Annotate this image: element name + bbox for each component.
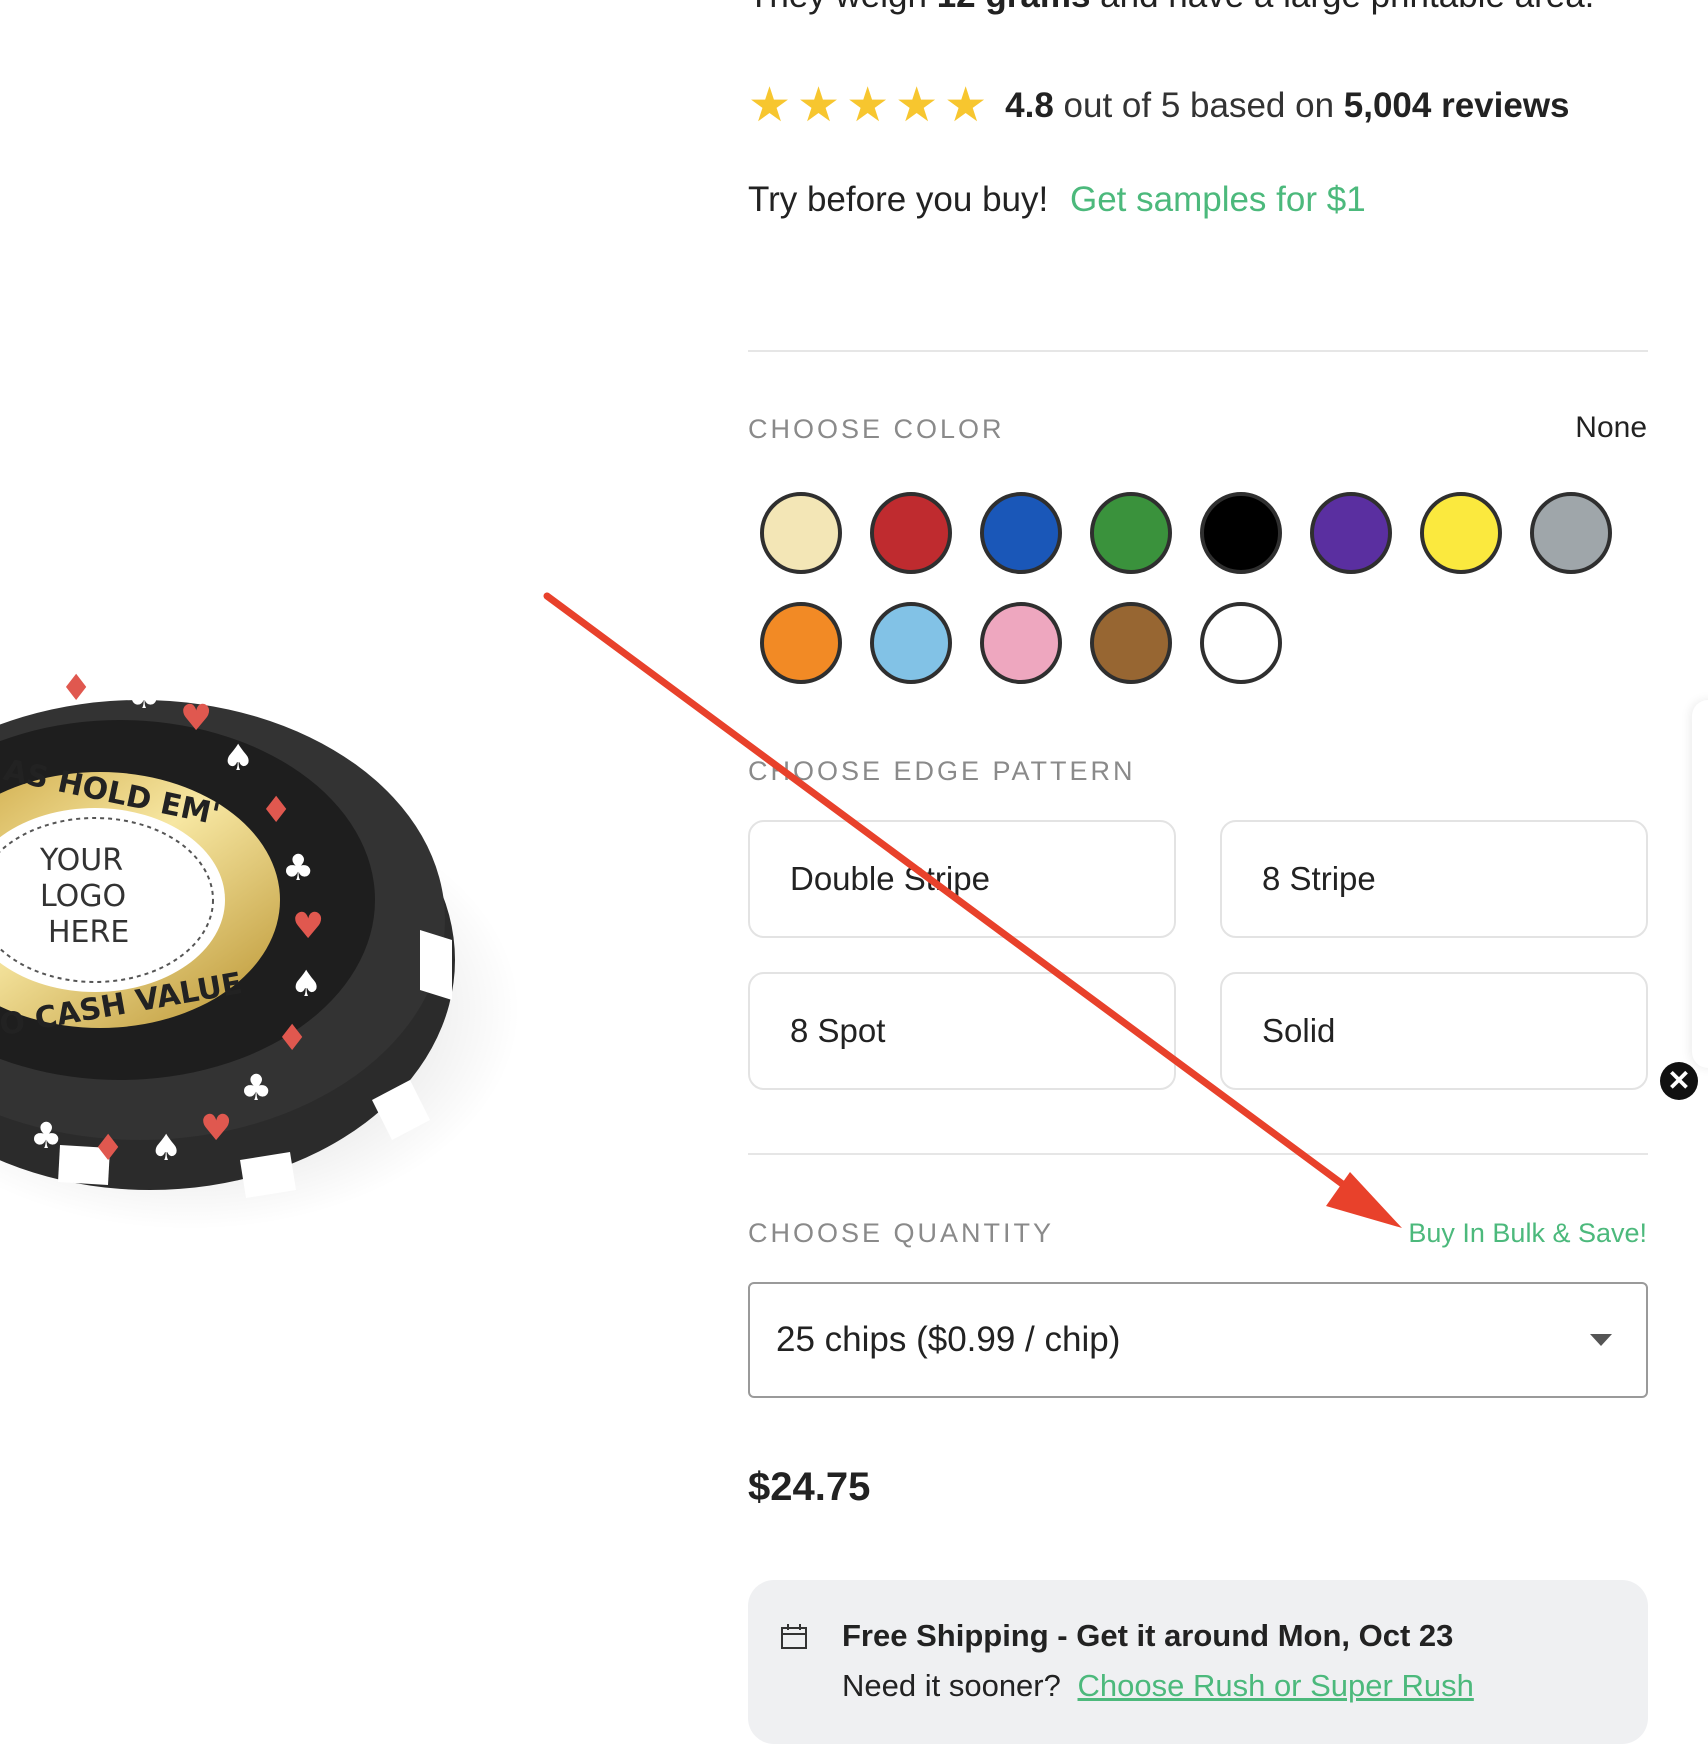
quantity-selected-value: 25 chips ($0.99 / chip) bbox=[776, 1320, 1121, 1359]
description-suffix: and have a large printable area. bbox=[1100, 0, 1594, 15]
color-swatch-gray[interactable] bbox=[1530, 492, 1612, 574]
buy-in-bulk-link[interactable]: Buy In Bulk & Save! bbox=[1408, 1218, 1647, 1249]
samples-row: Try before you buy! Get samples for $1 bbox=[748, 180, 1366, 220]
logo-line-3: HERE bbox=[48, 915, 129, 950]
calendar-icon bbox=[780, 1624, 808, 1655]
svg-text:♥: ♥ bbox=[200, 1108, 232, 1149]
divider bbox=[748, 350, 1648, 352]
rating-middle: out of 5 based on bbox=[1063, 86, 1335, 125]
svg-text:♥: ♥ bbox=[180, 698, 212, 739]
svg-text:♠: ♠ bbox=[222, 738, 254, 779]
rating-count[interactable]: 5,004 reviews bbox=[1344, 86, 1570, 125]
rush-shipping-link[interactable]: Choose Rush or Super Rush bbox=[1078, 1668, 1474, 1703]
divider bbox=[748, 1153, 1648, 1155]
color-swatch-yellow[interactable] bbox=[1420, 492, 1502, 574]
color-swatch-pink[interactable] bbox=[980, 602, 1062, 684]
svg-text:♠: ♠ bbox=[150, 1128, 182, 1169]
rating-stars: ★ ★ ★ ★ ★ bbox=[748, 82, 987, 130]
color-swatch-purple[interactable] bbox=[1310, 492, 1392, 574]
edge-pattern-option-double-stripe[interactable]: Double Stripe bbox=[748, 820, 1176, 938]
rating-score: 4.8 bbox=[1005, 86, 1054, 125]
quantity-select[interactable]: 25 chips ($0.99 / chip) bbox=[748, 1282, 1648, 1398]
edge-pattern-option-solid[interactable]: Solid bbox=[1220, 972, 1648, 1090]
chevron-down-icon bbox=[1590, 1334, 1612, 1346]
svg-text:♣: ♣ bbox=[128, 676, 160, 717]
edge-pattern-section-label: CHOOSE EDGE PATTERN bbox=[748, 756, 1136, 786]
svg-text:♦: ♦ bbox=[260, 790, 292, 831]
svg-text:♣: ♣ bbox=[240, 1068, 272, 1109]
star-icon: ★ bbox=[748, 79, 792, 132]
color-swatch-orange[interactable] bbox=[760, 602, 842, 684]
product-description: They weigh 12 grams and have a large pri… bbox=[748, 0, 1594, 16]
svg-text:♣: ♣ bbox=[282, 848, 314, 889]
shipping-sub-prompt: Need it sooner? bbox=[842, 1668, 1061, 1703]
star-icon: ★ bbox=[797, 79, 841, 132]
svg-text:♦: ♦ bbox=[92, 1128, 124, 1169]
color-swatch-green[interactable] bbox=[1090, 492, 1172, 574]
star-icon: ★ bbox=[944, 79, 988, 132]
product-image: ♦ ♣ ♥ ♠ ♦ ♣ ♥ ♠ ♦ ♣ ♥ ♠ ♦ ♣ ♠ AS HOLD EM… bbox=[0, 600, 540, 1320]
svg-text:♣: ♣ bbox=[30, 1116, 62, 1157]
shipping-subtext: Need it sooner? Choose Rush or Super Rus… bbox=[842, 1668, 1474, 1704]
svg-text:♠: ♠ bbox=[0, 658, 32, 699]
close-icon[interactable]: ✕ bbox=[1660, 1062, 1698, 1100]
side-widget-panel[interactable] bbox=[1692, 700, 1708, 1068]
color-swatch-cream[interactable] bbox=[760, 492, 842, 574]
description-weight: 12 grams bbox=[937, 0, 1091, 15]
price: $24.75 bbox=[748, 1465, 871, 1509]
quantity-section-label: CHOOSE QUANTITY bbox=[748, 1218, 1055, 1248]
svg-text:♥: ♥ bbox=[292, 906, 324, 947]
rating-row: ★ ★ ★ ★ ★ 4.8 out of 5 based on 5,004 re… bbox=[748, 76, 1570, 136]
color-swatches bbox=[760, 492, 1620, 684]
poker-chip-image: ♦ ♣ ♥ ♠ ♦ ♣ ♥ ♠ ♦ ♣ ♥ ♠ ♦ ♣ ♠ AS HOLD EM… bbox=[0, 658, 520, 1230]
svg-text:♦: ♦ bbox=[60, 668, 92, 709]
svg-text:♠: ♠ bbox=[290, 964, 322, 1005]
color-swatch-white[interactable] bbox=[1200, 602, 1282, 684]
samples-link[interactable]: Get samples for $1 bbox=[1070, 180, 1366, 219]
star-icon: ★ bbox=[895, 79, 939, 132]
rating-text: 4.8 out of 5 based on 5,004 reviews bbox=[1005, 86, 1569, 126]
description-prefix: They weigh bbox=[748, 0, 927, 15]
color-swatch-light-blue[interactable] bbox=[870, 602, 952, 684]
svg-text:♦: ♦ bbox=[276, 1018, 308, 1059]
color-swatch-black[interactable] bbox=[1200, 492, 1282, 574]
star-icon: ★ bbox=[846, 79, 890, 132]
color-swatch-blue[interactable] bbox=[980, 492, 1062, 574]
color-section-label: CHOOSE COLOR bbox=[748, 414, 1005, 444]
edge-pattern-options: Double Stripe 8 Stripe 8 Spot Solid bbox=[748, 820, 1648, 1090]
edge-pattern-option-8-stripe[interactable]: 8 Stripe bbox=[1220, 820, 1648, 938]
color-swatch-red[interactable] bbox=[870, 492, 952, 574]
color-selected-value: None bbox=[1575, 411, 1647, 444]
samples-prompt: Try before you buy! bbox=[748, 180, 1049, 219]
shipping-title: Free Shipping - Get it around Mon, Oct 2… bbox=[842, 1618, 1454, 1653]
color-swatch-brown[interactable] bbox=[1090, 602, 1172, 684]
shipping-info-box: Free Shipping - Get it around Mon, Oct 2… bbox=[748, 1580, 1648, 1744]
logo-line-2: LOGO bbox=[40, 879, 126, 914]
edge-pattern-option-8-spot[interactable]: 8 Spot bbox=[748, 972, 1176, 1090]
logo-line-1: YOUR bbox=[39, 843, 123, 878]
